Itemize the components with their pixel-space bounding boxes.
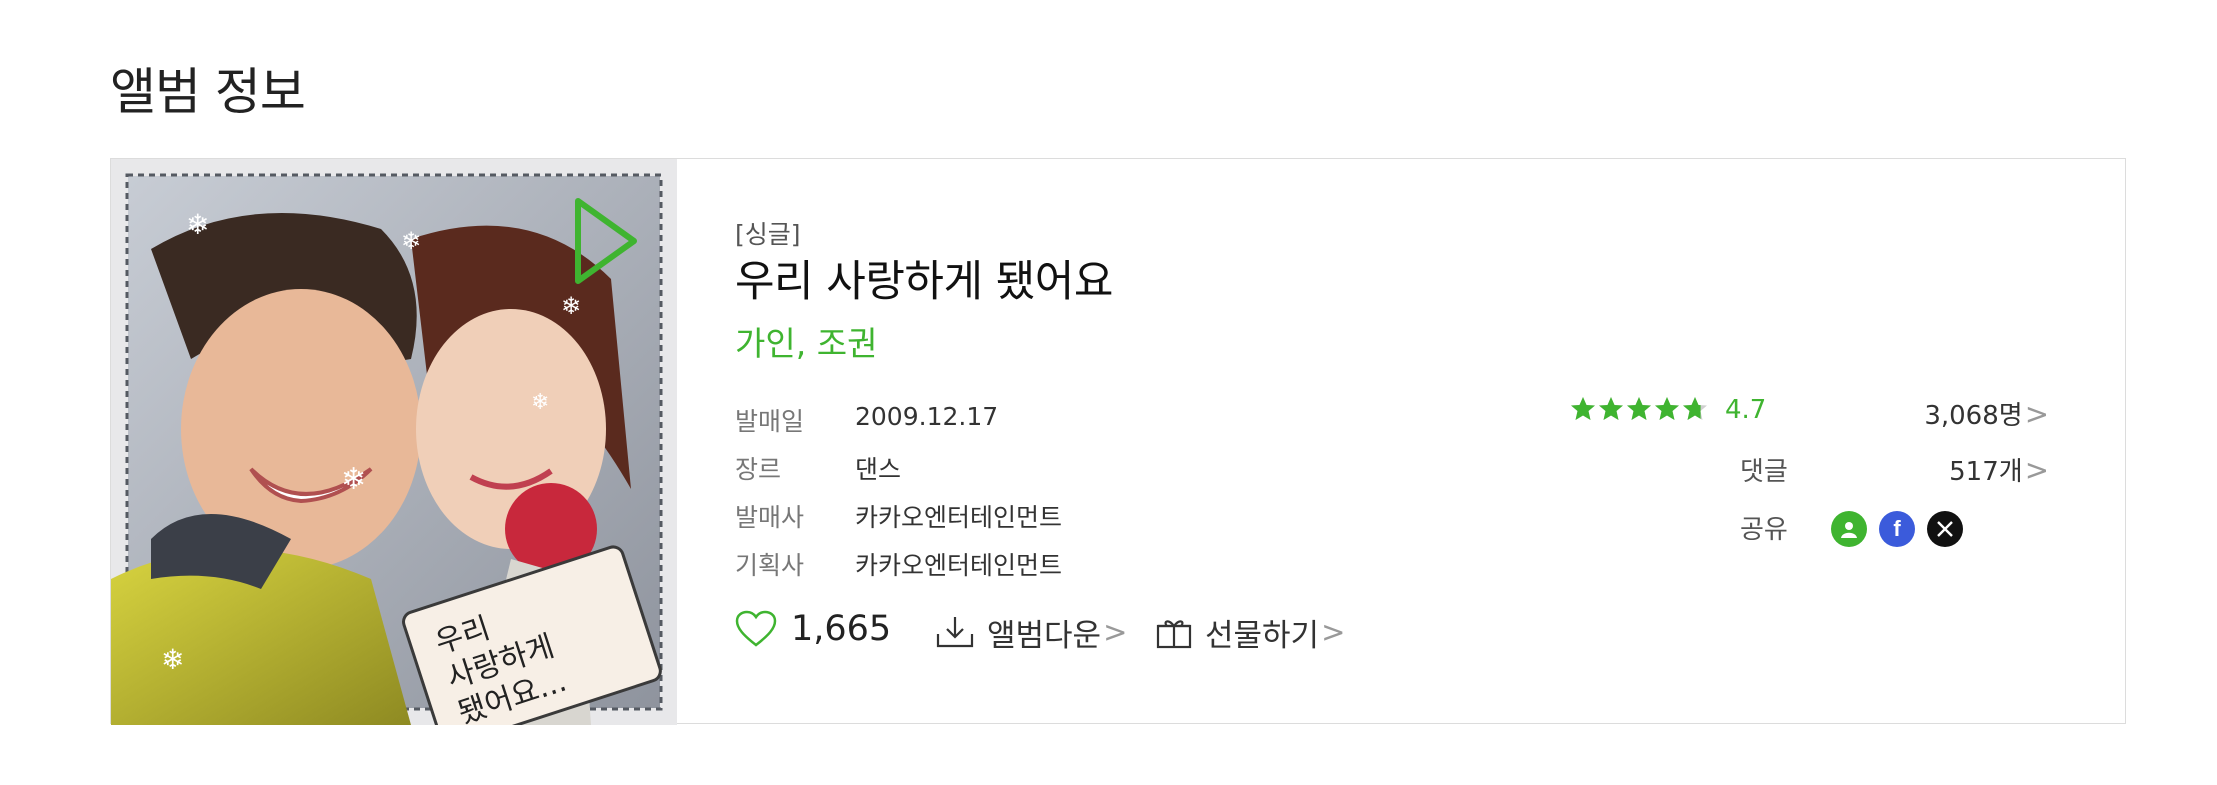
download-label: 앨범다운 (987, 617, 1102, 654)
meta-value: 2009.12.17 (855, 402, 999, 431)
user-icon (1841, 522, 1857, 538)
play-album-button[interactable] (572, 197, 640, 285)
album-artists: 가인, 조권 (735, 317, 877, 365)
comments-link[interactable]: 517개> (1805, 451, 2049, 488)
gift-icon (1156, 620, 1192, 649)
gift-button[interactable]: 선물하기 > (1155, 609, 1345, 655)
album-cover-image[interactable]: 우리 사랑하게 됐어요... ❄ ❄ ❄ ❄ ❄ ❄ (111, 159, 677, 725)
rating-count: 3,068명 (1924, 401, 2023, 431)
artist-link[interactable]: 가인 (735, 324, 796, 363)
meta-label: 장르 (735, 455, 782, 484)
x-logo-icon (1937, 521, 1953, 537)
rating-stars (1571, 397, 1707, 420)
star-icon (1599, 397, 1623, 420)
svg-text:❄: ❄ (161, 643, 184, 676)
share-melon-button[interactable] (1831, 511, 1867, 547)
svg-text:❄: ❄ (401, 227, 421, 255)
star-icon (1655, 397, 1679, 420)
heart-icon (735, 610, 777, 647)
chevron-right-icon: > (1103, 615, 1128, 649)
svg-text:❄: ❄ (531, 390, 549, 415)
star-icon (1683, 397, 1707, 420)
meta-value: 댄스 (855, 455, 902, 484)
meta-value: 카카오엔터테인먼트 (855, 503, 1063, 532)
rating-value: 4.7 (1725, 395, 1767, 425)
star-icon (1627, 397, 1651, 420)
star-icon (1571, 397, 1595, 420)
like-button[interactable]: 1,665 (735, 609, 891, 649)
album-download-button[interactable]: 앨범다운 > (935, 609, 1127, 655)
rating-count-link[interactable]: 3,068명> (1805, 395, 2049, 432)
album-title: 우리 사랑하게 됐어요 (735, 257, 1113, 307)
meta-label: 발매사 (735, 503, 805, 532)
album-type: [싱글] (735, 220, 801, 249)
artist-link[interactable]: 조권 (817, 324, 878, 363)
meta-label: 발매일 (735, 407, 805, 436)
chevron-right-icon: > (1321, 615, 1346, 649)
facebook-icon: f (1893, 516, 1901, 541)
section-title: 앨범 정보 (110, 63, 306, 121)
comments-count: 517개 (1949, 457, 2023, 487)
artist-separator: , (795, 324, 807, 363)
svg-text:❄: ❄ (341, 462, 366, 497)
svg-text:❄: ❄ (186, 208, 209, 241)
share-x-button[interactable] (1927, 511, 1963, 547)
download-icon (936, 617, 974, 648)
album-info-card: 우리 사랑하게 됐어요... ❄ ❄ ❄ ❄ ❄ ❄ [싱글] 우리 사랑하게 … (110, 158, 2126, 725)
share-facebook-button[interactable]: f (1879, 511, 1915, 547)
comments-label: 댓글 (1740, 457, 1788, 487)
chevron-right-icon: > (2024, 397, 2049, 431)
share-label: 공유 (1740, 515, 1788, 545)
svg-text:❄: ❄ (561, 292, 581, 320)
album-stats: 4.7 3,068명> 댓글 517개> 공유 f (1525, 159, 2125, 725)
chevron-right-icon: > (2024, 453, 2049, 487)
gift-label: 선물하기 (1205, 617, 1320, 654)
meta-value: 카카오엔터테인먼트 (855, 551, 1063, 580)
album-actions: 1,665 앨범다운 > 선물하기 > (735, 609, 1435, 659)
like-count: 1,665 (791, 609, 892, 649)
meta-label: 기획사 (735, 551, 805, 580)
